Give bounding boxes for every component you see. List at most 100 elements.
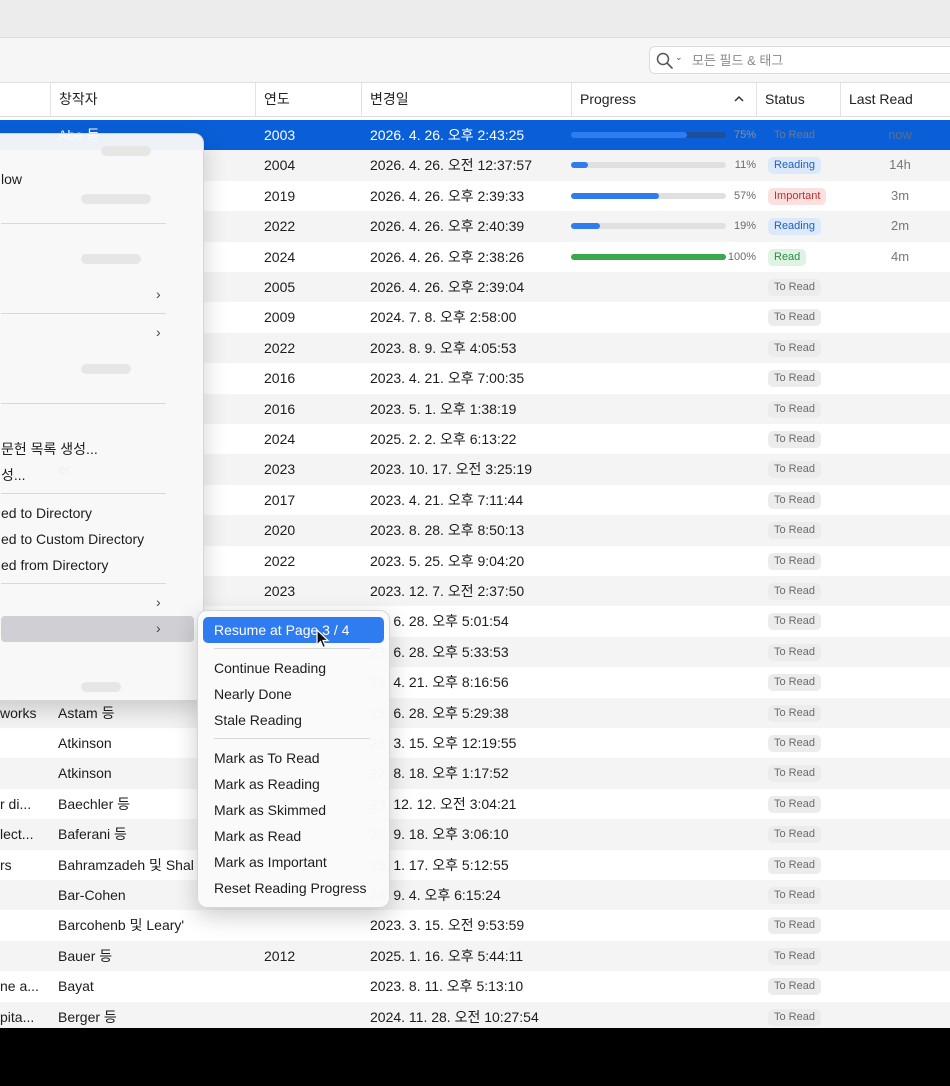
blurred-text (81, 194, 151, 204)
blurred-text (81, 254, 141, 264)
status-badge: To Read (768, 400, 821, 418)
table-row[interactable]: pita... Berger 등 2024. 11. 28. 오전 10:27:54… (0, 1001, 950, 1028)
cell-year: 2020 (264, 522, 296, 539)
menu-item-resume-at-page[interactable]: Resume at Page 3 / 4 (203, 617, 384, 643)
table-row[interactable]: rs Bahramzadeh 및 Shal 25. 1. 17. 오후 5:12:5… (0, 850, 950, 880)
menu-separator (1, 313, 166, 314)
menu-item-continue-reading[interactable]: Continue Reading (214, 655, 384, 681)
search-input[interactable] (692, 51, 942, 69)
table-row[interactable]: works Astam 등 23. 6. 28. 오후 5:29:38 To Read (0, 697, 950, 728)
cell-title (0, 728, 48, 758)
progress-bar-fill (571, 132, 688, 138)
menu-item-remove-from-directory[interactable]: ed from Directory (1, 553, 191, 577)
context-menu: low › › 문헌 목록 생성... 성... ed to Directory… (0, 133, 204, 701)
cell-modified: 2026. 4. 26. 오후 2:43:25 (370, 127, 525, 143)
progress-bar-fill (571, 253, 726, 260)
submenu-chevron-icon[interactable]: › (156, 594, 161, 610)
progress-percent: 57% (733, 189, 756, 202)
cell-year: 2022 (264, 339, 296, 356)
menu-item-mark-skimmed[interactable]: Mark as Skimmed (214, 797, 384, 823)
cell-year (264, 1002, 354, 1028)
table-row[interactable]: lect... Baferani 등 25. 9. 18. 오후 3:06:10 To… (0, 819, 950, 850)
table-row[interactable]: Bauer 등 2012 2025. 1. 16. 오후 5:44:11 To Rea… (0, 940, 950, 972)
menu-item-reset-progress[interactable]: Reset Reading Progress (214, 875, 384, 901)
table-row[interactable]: r di... Baechler 등 23. 12. 12. 오전 3:04:21 T… (0, 789, 950, 819)
status-badge: To Read (768, 461, 821, 479)
menu-item-reading-highlighted[interactable] (1, 616, 194, 642)
cell-year: 2022 (264, 552, 296, 569)
table-row[interactable]: Bar-Cohen 23. 9. 4. 오후 6:15:24 To Read (0, 880, 950, 911)
cell-title: pita... (0, 1008, 35, 1025)
progress-bar-fill (571, 162, 589, 169)
status-badge: To Read (768, 674, 821, 692)
menu-separator (1, 493, 166, 494)
cell-year: 2016 (264, 400, 296, 417)
cell-modified: 2026. 4. 26. 오후 2:40:39 (370, 218, 525, 235)
status-badge: To Read (768, 887, 821, 904)
cell-title (0, 880, 48, 910)
menu-item-mark-to-read[interactable]: Mark as To Read (214, 745, 384, 771)
table-row[interactable]: Atkinson 23. 3. 15. 오후 12:19:55 To Read (0, 728, 950, 758)
menu-item-generate-bibliography[interactable]: 문헌 목록 생성... (1, 437, 191, 461)
submenu-chevron-icon[interactable]: › (156, 286, 161, 302)
cell-title (0, 941, 48, 971)
cell-year: 2024 (264, 248, 296, 265)
chevron-down-icon[interactable]: ⌄ (675, 52, 683, 63)
cell-modified: 2023. 5. 25. 오후 9:04:20 (370, 552, 525, 569)
progress-percent: 100% (727, 250, 756, 263)
cell-modified: 2023. 4. 21. 오후 7:00:35 (370, 370, 525, 387)
cell-year (264, 971, 354, 1001)
menu-item-mark-reading[interactable]: Mark as Reading (214, 771, 384, 797)
table-header: 창작자 연도 변경일 Progress Status Last Read (0, 83, 950, 117)
cell-modified: 2023. 5. 1. 오후 1:38:19 (370, 400, 517, 417)
column-header-author[interactable]: 창작자 (50, 83, 255, 116)
table-row[interactable]: Atkinson 22. 8. 18. 오후 1:17:52 To Read (0, 758, 950, 789)
menu-item-mark-read[interactable]: Mark as Read (214, 823, 384, 849)
table-row[interactable]: Barcohenb 및 Leary' 2023. 3. 15. 오전 9:53:5… (0, 910, 950, 940)
search-field[interactable]: ⌄ (649, 46, 950, 74)
submenu-chevron-icon[interactable]: › (156, 324, 161, 340)
status-badge: To Read (768, 583, 821, 600)
cell-modified: 23. 3. 15. 오후 12:19:55 (370, 735, 517, 751)
title-bar (0, 0, 950, 38)
cell-modified: 2026. 4. 26. 오전 12:37:57 (370, 157, 532, 174)
cell-year: 2016 (264, 370, 296, 387)
column-header-year[interactable]: 연도 (255, 83, 361, 116)
cell-title (0, 910, 48, 940)
column-header-modified[interactable]: 변경일 (361, 83, 571, 116)
status-badge: To Read (768, 370, 821, 388)
cell-last-read: 4m (890, 248, 910, 264)
column-header-last-read[interactable]: Last Read (840, 83, 950, 116)
cell-title: rs (0, 856, 12, 873)
status-badge: To Read (768, 704, 821, 722)
cell-modified: 2026. 4. 26. 오후 2:39:04 (370, 279, 525, 295)
status-badge: To Read (768, 856, 821, 874)
status-badge: To Read (768, 552, 821, 570)
progress-bar (571, 132, 726, 138)
menu-item-add-to-custom-directory[interactable]: ed to Custom Directory (1, 527, 191, 551)
cell-modified: 2024. 11. 28. 오전 10:27:54 (370, 1008, 539, 1025)
cell-author: Bauer 등 (58, 947, 113, 964)
status-badge: To Read (768, 309, 821, 327)
cell-year: 2019 (264, 187, 296, 204)
cell-modified: 23. 6. 28. 오후 5:29:38 (370, 704, 509, 721)
column-header-status[interactable]: Status (756, 83, 840, 116)
menu-item-stale-reading[interactable]: Stale Reading (214, 707, 384, 733)
status-badge: To Read (768, 917, 821, 935)
menu-separator (214, 738, 370, 739)
menu-separator (1, 223, 166, 224)
sort-ascending-icon[interactable] (733, 93, 745, 105)
menu-item-add-to-directory[interactable]: ed to Directory (1, 501, 191, 525)
status-badge: To Read (768, 826, 821, 844)
submenu-chevron-icon[interactable]: › (156, 620, 161, 636)
search-icon[interactable] (656, 52, 674, 70)
menu-item-generate-report[interactable]: 성... (1, 463, 191, 487)
menu-item-window[interactable]: low (1, 167, 191, 191)
table-row[interactable]: ne a... Bayat 2023. 8. 11. 오후 5:13:10 To Re… (0, 971, 950, 1001)
menu-item-mark-important[interactable]: Mark as Important (214, 849, 384, 875)
menu-item-nearly-done[interactable]: Nearly Done (214, 681, 384, 707)
cell-modified: 25. 9. 18. 오후 3:06:10 (370, 826, 509, 843)
column-header-progress[interactable]: Progress (571, 83, 756, 116)
cell-year: 2023 (264, 583, 296, 599)
cell-year: 2003 (264, 127, 296, 143)
